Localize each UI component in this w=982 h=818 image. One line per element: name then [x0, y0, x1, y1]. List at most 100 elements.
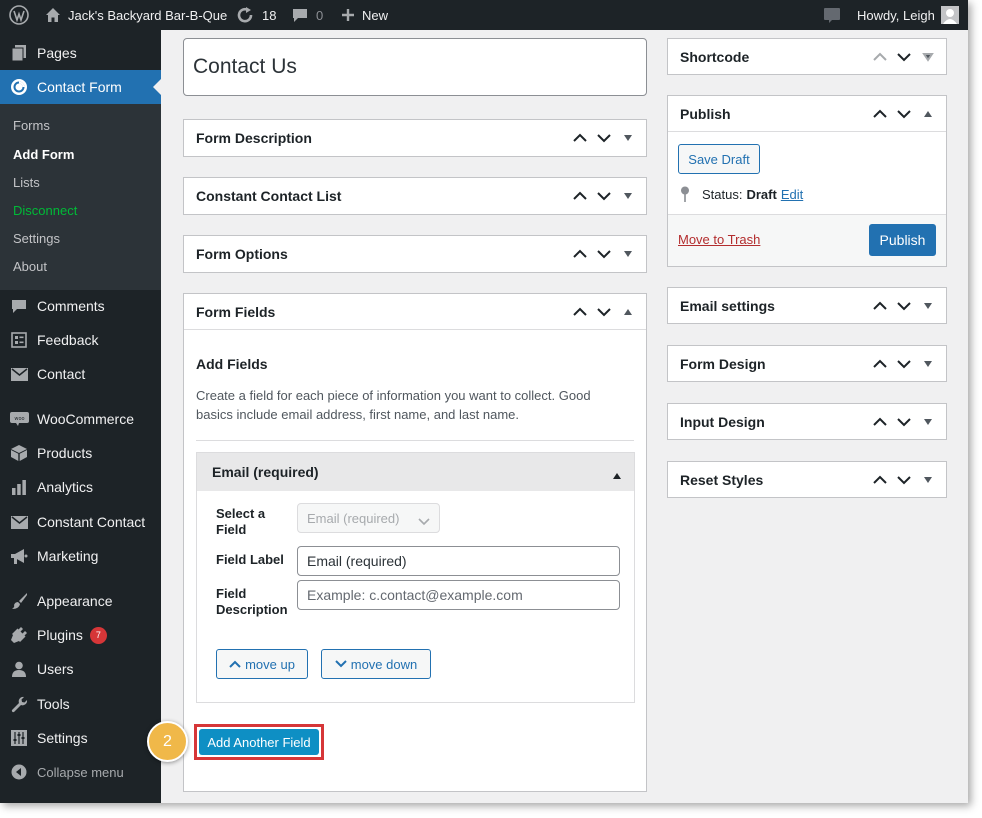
- publish-button[interactable]: Publish: [869, 224, 936, 256]
- collapse-toggle-icon[interactable]: [920, 107, 936, 122]
- sidebar-item-comments[interactable]: Comments: [0, 289, 161, 323]
- move-down-icon[interactable]: [596, 305, 612, 320]
- field-label-input[interactable]: Email (required): [297, 546, 620, 576]
- collapse-toggle-icon[interactable]: [920, 50, 936, 65]
- move-up-icon[interactable]: [572, 189, 588, 204]
- move-down-icon[interactable]: [896, 473, 912, 488]
- move-up-icon[interactable]: [872, 107, 888, 122]
- postbox-reset-styles: Reset Styles: [667, 461, 947, 498]
- chevron-down-icon: [418, 514, 430, 529]
- new-label: New: [362, 7, 389, 23]
- postbox-input-design: Input Design: [667, 403, 947, 440]
- sidebar-item-contact[interactable]: Contact: [0, 357, 161, 391]
- move-down-icon[interactable]: [896, 107, 912, 122]
- collapse-toggle-icon[interactable]: [620, 247, 636, 262]
- sidebar-item-feedback[interactable]: Feedback: [0, 323, 161, 357]
- submenu-lists[interactable]: Lists: [13, 175, 40, 190]
- sidebar-item-analytics[interactable]: Analytics: [0, 470, 161, 504]
- postbox-form-description: Form Description: [183, 119, 647, 157]
- postbox-controls: [572, 294, 636, 330]
- settings-sliders-icon: [9, 728, 29, 748]
- move-up-icon[interactable]: [872, 357, 888, 372]
- field-type-select[interactable]: Email (required): [297, 503, 440, 533]
- field-card-header[interactable]: Email (required): [197, 453, 634, 491]
- move-up-icon[interactable]: [872, 473, 888, 488]
- collapse-toggle-icon[interactable]: [612, 467, 622, 483]
- admin-sidebar: Pages Contact Form Forms Add Form Lists …: [0, 30, 161, 803]
- add-another-field-button[interactable]: Add Another Field: [199, 729, 319, 755]
- sidebar-item-woocommerce[interactable]: woo WooCommerce: [0, 402, 161, 436]
- postbox-form-design: Form Design: [667, 345, 947, 382]
- submenu-forms[interactable]: Forms: [13, 118, 50, 133]
- bar-chart-icon: [9, 477, 29, 497]
- divider: [196, 440, 634, 441]
- postbox-constant-contact-list: Constant Contact List: [183, 177, 647, 215]
- postbox-controls: [872, 288, 936, 324]
- my-account-link[interactable]: Howdy, Leigh: [857, 0, 959, 30]
- move-up-icon[interactable]: [572, 305, 588, 320]
- site-name-link[interactable]: Jack's Backyard Bar-B-Que: [45, 0, 227, 30]
- move-down-icon[interactable]: [896, 357, 912, 372]
- move-down-icon[interactable]: [896, 415, 912, 430]
- site-name: Jack's Backyard Bar-B-Que: [68, 7, 228, 23]
- collapse-toggle-icon[interactable]: [920, 299, 936, 314]
- form-title-input[interactable]: Contact Us: [183, 38, 647, 96]
- sidebar-item-pages[interactable]: Pages: [0, 36, 161, 70]
- plug-icon: [9, 625, 29, 645]
- move-down-icon[interactable]: [596, 131, 612, 146]
- save-draft-button[interactable]: Save Draft: [678, 144, 760, 174]
- collapse-toggle-icon[interactable]: [920, 473, 936, 488]
- submenu-settings[interactable]: Settings: [13, 231, 60, 246]
- collapse-toggle-icon[interactable]: [620, 305, 636, 320]
- sidebar-item-tools[interactable]: Tools: [0, 687, 161, 721]
- feedback-icon: [9, 330, 29, 350]
- move-down-button[interactable]: move down: [321, 649, 431, 679]
- move-down-icon[interactable]: [896, 50, 912, 65]
- collapse-toggle-icon[interactable]: [920, 415, 936, 430]
- sidebar-item-contact-form[interactable]: Contact Form: [0, 70, 161, 104]
- move-to-trash-link[interactable]: Move to Trash: [678, 232, 760, 247]
- edit-status-link[interactable]: Edit: [781, 187, 803, 202]
- chevron-up-icon: [229, 660, 241, 668]
- wordpress-logo-icon[interactable]: [9, 0, 29, 30]
- sidebar-item-plugins[interactable]: Plugins 7: [0, 618, 161, 652]
- home-icon: [45, 7, 61, 23]
- admin-bar: Jack's Backyard Bar-B-Que 18 0 New Howdy…: [0, 0, 968, 30]
- submenu-about[interactable]: About: [13, 259, 47, 274]
- move-down-icon[interactable]: [596, 189, 612, 204]
- sidebar-item-settings[interactable]: Settings: [0, 721, 161, 755]
- notifications-icon[interactable]: [823, 0, 841, 30]
- postbox-controls: [572, 236, 636, 272]
- collapse-toggle-icon[interactable]: [620, 131, 636, 146]
- postbox-controls: [872, 404, 936, 440]
- field-description-input[interactable]: Example: c.contact@example.com: [297, 580, 620, 610]
- move-up-button[interactable]: move up: [216, 649, 308, 679]
- updates-icon: [236, 6, 254, 24]
- howdy-text: Howdy, Leigh: [857, 7, 935, 23]
- submenu-disconnect[interactable]: Disconnect: [13, 203, 77, 218]
- submenu-add-form[interactable]: Add Form: [13, 147, 74, 162]
- move-down-icon[interactable]: [596, 247, 612, 262]
- move-up-icon[interactable]: [872, 415, 888, 430]
- collapse-toggle-icon[interactable]: [920, 357, 936, 372]
- sidebar-item-constant-contact[interactable]: Constant Contact: [0, 505, 161, 539]
- move-up-icon[interactable]: [872, 299, 888, 314]
- move-down-icon[interactable]: [896, 299, 912, 314]
- sidebar-item-users[interactable]: Users: [0, 652, 161, 686]
- sidebar-item-appearance[interactable]: Appearance: [0, 584, 161, 618]
- sidebar-item-products[interactable]: Products: [0, 436, 161, 470]
- collapse-toggle-icon[interactable]: [620, 189, 636, 204]
- move-up-icon[interactable]: [572, 247, 588, 262]
- move-up-icon[interactable]: [872, 50, 888, 65]
- sidebar-item-marketing[interactable]: Marketing: [0, 539, 161, 573]
- updates-link[interactable]: 18: [236, 0, 276, 30]
- user-icon: [9, 659, 29, 679]
- postbox-publish: Publish Save Draft Status: Draft Edit Mo…: [667, 95, 947, 267]
- move-up-icon[interactable]: [572, 131, 588, 146]
- plugins-update-badge: 7: [89, 626, 107, 644]
- comment-bubble-icon: [292, 7, 308, 23]
- comments-link[interactable]: 0: [292, 0, 323, 30]
- postbox-controls: [872, 96, 936, 132]
- collapse-menu-button[interactable]: Collapse menu: [0, 755, 161, 789]
- new-content-link[interactable]: New: [341, 0, 388, 30]
